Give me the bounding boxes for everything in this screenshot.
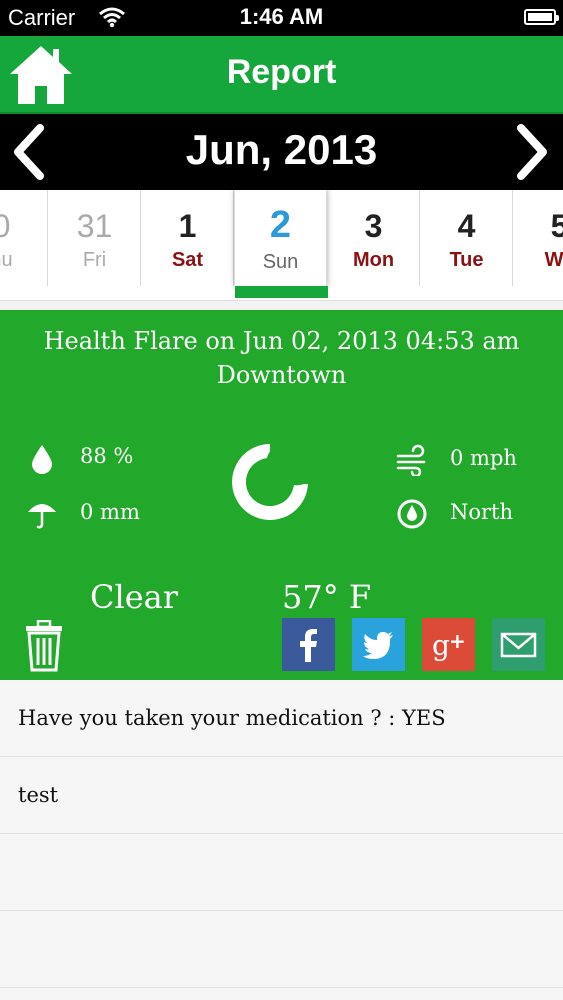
list-item[interactable]: Have you taken your medication ? : YES bbox=[0, 680, 563, 757]
twitter-icon bbox=[363, 632, 393, 659]
report-heading: Health Flare on Jun 02, 2013 04:53 am Do… bbox=[0, 324, 563, 392]
precipitation-value: 0 mm bbox=[80, 500, 140, 524]
day-strip[interactable]: 0 hu 31 Fri 1 Sat 2 Sun 3 Mon 4 Tue 5 We bbox=[0, 190, 563, 301]
weather-condition: Clear bbox=[90, 578, 179, 616]
day-cell[interactable]: 1 Sat bbox=[142, 190, 234, 286]
twitter-share-button[interactable] bbox=[352, 618, 405, 671]
day-weekday: Tue bbox=[449, 249, 484, 271]
day-weekday: Fri bbox=[82, 249, 107, 271]
month-label: Jun, 2013 bbox=[185, 126, 378, 173]
moon-icon bbox=[232, 442, 310, 520]
page-title: Report bbox=[226, 53, 337, 91]
nav-bar: Report bbox=[0, 36, 563, 114]
day-weekday: We bbox=[544, 249, 563, 271]
status-bar: Carrier 1:46 AM bbox=[0, 0, 563, 36]
chevron-right-icon[interactable] bbox=[511, 124, 551, 180]
humidity-value: 88 % bbox=[80, 444, 134, 468]
day-number: 0 bbox=[0, 208, 47, 245]
day-cell-selected[interactable]: 2 Sun bbox=[235, 190, 327, 286]
notes-list: Have you taken your medication ? : YES t… bbox=[0, 680, 563, 1000]
day-weekday: Sun bbox=[262, 251, 299, 273]
facebook-icon bbox=[300, 629, 317, 662]
list-item[interactable]: test bbox=[0, 757, 563, 834]
list-item[interactable] bbox=[0, 834, 563, 911]
battery-icon bbox=[524, 9, 559, 25]
status-time: 1:46 AM bbox=[239, 4, 324, 29]
wind-icon bbox=[396, 444, 426, 476]
day-number: 3 bbox=[364, 208, 383, 244]
google-plus-icon: g + bbox=[432, 629, 466, 662]
day-number: 31 bbox=[76, 208, 113, 244]
note-text: Have you taken your medication ? : YES bbox=[18, 706, 446, 730]
day-cell[interactable]: 3 Mon bbox=[328, 190, 420, 286]
email-share-button[interactable] bbox=[492, 618, 545, 671]
list-item[interactable] bbox=[0, 911, 563, 988]
day-number: 1 bbox=[178, 208, 197, 244]
email-icon bbox=[500, 632, 537, 658]
day-number: 4 bbox=[457, 208, 476, 244]
report-card: Health Flare on Jun 02, 2013 04:53 am Do… bbox=[0, 310, 563, 680]
day-cell[interactable]: 31 Fri bbox=[49, 190, 141, 286]
trash-icon[interactable] bbox=[24, 620, 64, 672]
wind-speed-value: 0 mph bbox=[450, 446, 517, 470]
svg-text:+: + bbox=[449, 629, 466, 653]
day-weekday: Sat bbox=[171, 249, 204, 271]
day-number: 5 bbox=[514, 208, 563, 245]
temperature: 57° F bbox=[282, 578, 372, 616]
report-title: Health Flare on Jun 02, 2013 04:53 am bbox=[43, 327, 520, 355]
selected-day-indicator bbox=[235, 286, 328, 298]
day-number: 2 bbox=[269, 204, 292, 246]
day-cell[interactable]: 5 We bbox=[514, 190, 563, 286]
svg-text:g: g bbox=[432, 629, 450, 662]
wind-direction-value: North bbox=[450, 500, 514, 524]
facebook-share-button[interactable] bbox=[282, 618, 335, 671]
google-plus-share-button[interactable]: g + bbox=[422, 618, 475, 671]
day-weekday: Mon bbox=[352, 249, 395, 271]
water-drop-icon bbox=[32, 445, 52, 474]
day-cell[interactable]: 4 Tue bbox=[421, 190, 513, 286]
day-cell[interactable]: 0 hu bbox=[0, 190, 48, 286]
month-bar: Jun, 2013 bbox=[0, 114, 563, 190]
day-weekday: hu bbox=[0, 249, 13, 271]
compass-icon bbox=[397, 499, 427, 529]
umbrella-icon bbox=[28, 504, 56, 529]
note-text: test bbox=[18, 783, 59, 807]
report-location: Downtown bbox=[216, 361, 347, 389]
